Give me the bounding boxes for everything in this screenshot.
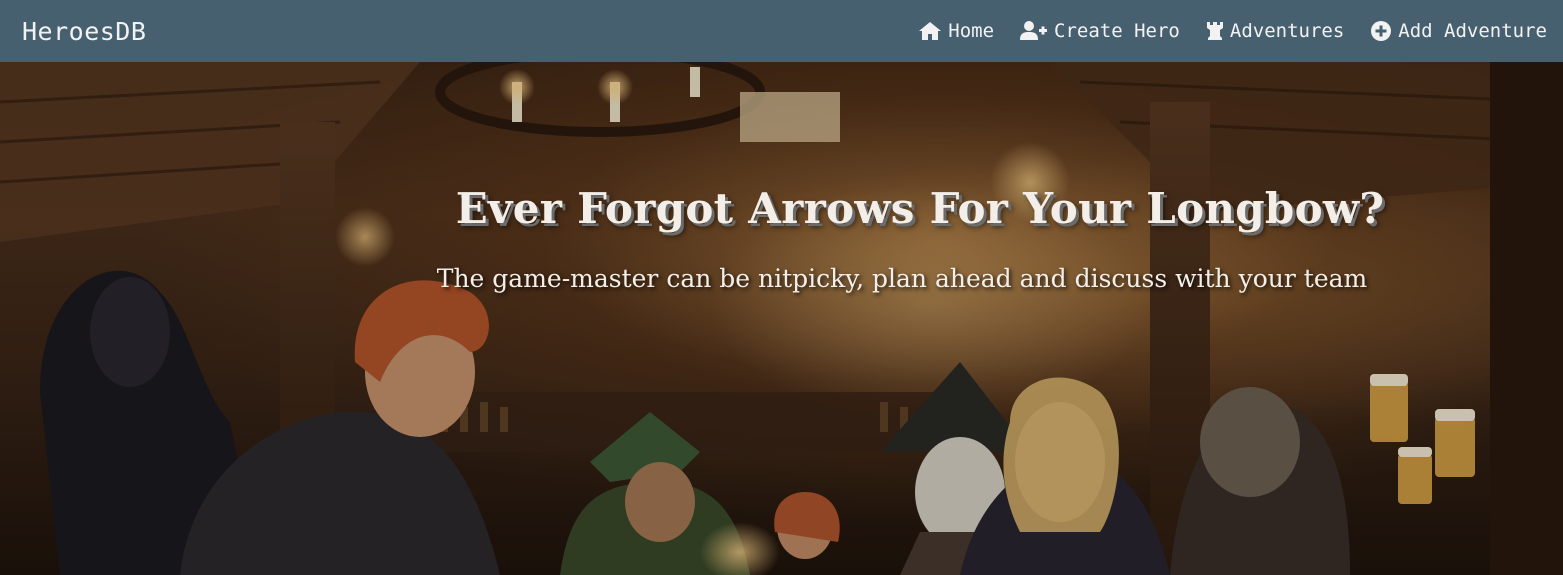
hero-title: Ever Forgot Arrows For Your Longbow?	[455, 184, 1385, 233]
nav-adventures-link[interactable]: Adventures	[1206, 20, 1344, 42]
nav-add-adventure-link[interactable]: Add Adventure	[1370, 20, 1547, 42]
nav-links: Home Create Hero Adventures Add Adventur…	[918, 20, 1547, 42]
nav-add-adventure-label: Add Adventure	[1398, 20, 1547, 42]
hero-banner: Ever Forgot Arrows For Your Longbow? The…	[0, 62, 1563, 575]
navbar: HeroesDB Home Create Hero Adventures Add…	[0, 0, 1563, 62]
nav-home-link[interactable]: Home	[918, 20, 994, 42]
nav-create-hero-label: Create Hero	[1054, 20, 1180, 42]
plus-circle-icon	[1370, 20, 1392, 42]
home-icon	[918, 21, 942, 41]
nav-home-label: Home	[948, 20, 995, 42]
tavern-illustration	[0, 62, 1563, 575]
brand-logo[interactable]: HeroesDB	[22, 17, 146, 46]
user-plus-icon	[1020, 21, 1048, 41]
nav-create-hero-link[interactable]: Create Hero	[1020, 20, 1180, 42]
hero-subtitle: The game-master can be nitpicky, plan ah…	[436, 264, 1368, 293]
nav-adventures-label: Adventures	[1229, 20, 1345, 42]
tower-icon	[1206, 21, 1224, 41]
